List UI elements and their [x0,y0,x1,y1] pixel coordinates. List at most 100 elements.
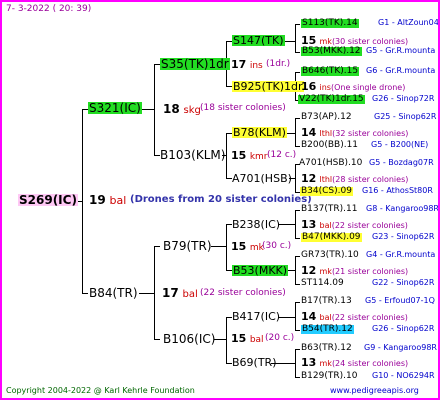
connector [295,164,296,193]
great-grandparent-4[interactable]: A701(HSB) [232,173,292,184]
connector [295,302,300,303]
connector [226,133,227,179]
connector [295,24,296,53]
gen4-9[interactable]: B137(TR).11 [301,205,357,214]
connector [226,317,227,364]
connector [295,330,300,331]
connector [82,293,88,294]
gen4-7[interactable]: A701(HSB).10 [299,159,362,168]
ggp-5-note: (22 sister colonies) [331,221,408,230]
gen4-16[interactable]: B129(TR).10 [301,372,357,381]
parent-1-num: 18 [163,102,180,116]
connector [154,64,155,156]
grandparent-2-info: 15 kmr [231,150,268,162]
connector [295,238,300,239]
connector [278,224,295,225]
gen4-5[interactable]: B73(AP).12 [301,113,352,122]
gen4-4-src: G26 - Sinop72R [372,94,435,103]
root-info: 19 bal [89,194,126,206]
gen4-9-src: G8 - Kangaroo98R [366,204,439,213]
grandparent-3[interactable]: B79(TR) [163,240,212,252]
grandparent-2[interactable]: B103(KLM) [160,149,225,161]
gen4-7-src: G5 - Bozdag07R [369,158,434,167]
parent-2-kind: bal [182,289,198,300]
gen4-6-src: G5 - B200(NE) [371,140,429,149]
root-num: 19 [89,193,106,207]
ggp-5-num: 13 [301,218,317,231]
connector [295,24,300,25]
connector [295,146,300,147]
ggp-6-info: 12 mk(21 sister colonies) [301,265,408,277]
connector [154,246,160,247]
connector [295,72,300,73]
connector [154,246,155,340]
grandparent-1-kind: ins [249,61,263,71]
gen4-15-src: G9 - Kangaroo98R [364,343,437,352]
great-grandparent-5[interactable]: B238(IC) [232,219,280,230]
connector [295,52,300,53]
gen4-11-src: G4 - Gr.R.mounta [366,250,436,259]
connector [295,377,300,378]
connector [211,246,226,247]
ggp-2-info: 16 ins(One single drone) [301,81,405,93]
ggp-6-note: (21 sister colonies) [331,267,409,276]
gen4-3[interactable]: B646(TK).15 [301,67,360,76]
ggp-8-kind: mk [319,359,332,368]
root-kind: bal [109,194,127,207]
grandparent-1-num: 17 [231,58,247,71]
gen4-12[interactable]: ST114.09 [301,279,344,288]
gen4-8[interactable]: B34(CS).09 [300,187,353,196]
connector [295,210,296,239]
ggp-6-num: 12 [301,264,317,277]
parent-2-note: (22 sister colonies) [200,288,286,298]
connector [82,109,83,294]
ggp-4-note: (28 sister colonies) [332,175,409,184]
great-grandparent-6[interactable]: B53(MKK) [232,265,289,276]
grandparent-1[interactable]: S35(TK)1dr [160,58,230,70]
root-note: (Drones from 20 sister colonies) [130,194,312,205]
great-grandparent-3[interactable]: B78(KLM) [232,127,287,138]
grandparent-1-note: (1dr.) [266,59,291,69]
ggp-3-num: 14 [301,126,317,139]
gen4-12-src: G22 - Sinop62R [372,278,435,287]
grandparent-3-info: 15 mk [231,241,264,253]
root-queen[interactable]: S269(IC) [18,194,78,206]
gen4-4[interactable]: V22(TK)1dr.15 [298,95,365,104]
copyright: Copyright 2004-2022 @ Karl Kehrle Founda… [6,386,195,395]
gen4-10[interactable]: B47(MKK).09 [301,233,362,242]
grandparent-4-num: 15 [231,332,247,345]
gen4-14[interactable]: B54(TR).12 [301,325,354,334]
parent-1-note: (18 sister colonies) [200,103,286,113]
connector [214,339,226,340]
gen4-1[interactable]: S113(TK).14 [301,19,359,28]
parent-2-info: 17 bal [162,287,198,300]
ggp-1-note: (30 sister colonies) [331,37,409,46]
great-grandparent-7[interactable]: B417(IC) [232,311,280,322]
great-grandparent-8[interactable]: B69(TR) [232,357,277,368]
gen4-1-src: G1 - AltZoun04 [378,18,439,27]
gen4-13[interactable]: B17(TR).13 [301,297,352,306]
parent-queen-1[interactable]: S321(IC) [88,102,142,114]
connector [295,118,296,147]
ggp-4-info: 12 lthl(28 sister colonies) [301,173,408,185]
ggp-6-kind: mk [319,267,332,276]
grandparent-2-kind: kmr [249,152,268,162]
connector [154,339,160,340]
parent-queen-2[interactable]: B84(TR) [89,287,138,299]
gen4-11[interactable]: GR73(TR).10 [301,251,359,260]
gen4-15[interactable]: B63(TR).12 [301,344,352,353]
great-grandparent-2[interactable]: B925(TK)1dr [232,81,304,92]
connector [226,224,227,271]
gen4-6[interactable]: B200(BB).11 [301,141,358,150]
gen4-2[interactable]: B53(MKK).12 [301,47,362,56]
connector [295,302,296,331]
great-grandparent-1[interactable]: S147(TK) [232,35,285,46]
ggp-5-info: 13 bal(22 sister colonies) [301,219,408,231]
grandparent-4[interactable]: B106(IC) [163,333,215,345]
website-link[interactable]: www.pedigreeapis.org [330,387,419,395]
grandparent-4-kind: bal [249,335,264,345]
ggp-2-num: 16 [301,80,317,93]
grandparent-4-note: (20 c.) [265,333,295,343]
connector [295,349,296,378]
connector [295,256,296,285]
